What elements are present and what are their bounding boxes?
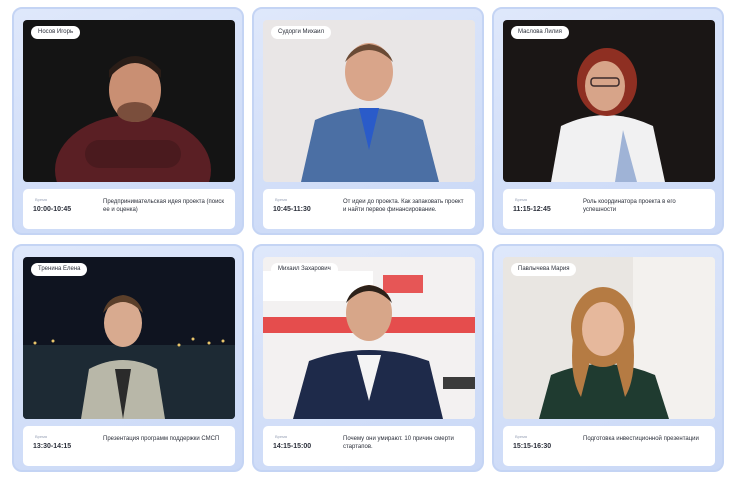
session-time: 11:15-12:45 [513,206,551,213]
speaker-name-badge: Маслова Лилия [511,26,569,39]
session-info: Время 15:15-16:30 Подготовка инвестицион… [503,426,715,466]
session-info: Время 10:45-11:30 От идеи до проекта. Ка… [263,189,475,229]
session-info: Время 10:00-10:45 Предпринимательская ид… [23,189,235,229]
session-info: Время 13:30-14:15 Презентация программ п… [23,426,235,466]
session-time: 15:15-16:30 [513,443,552,450]
session-topic: От идеи до проекта. Как запаковать проек… [343,199,464,213]
speaker-photo: Судорги Михаил [263,20,475,182]
session-time: 10:00-10:45 [33,206,72,213]
speaker-card[interactable]: Тренина Елена Время 13:30-14:15 Презента… [12,244,244,472]
speaker-name-badge: Михаил Захарович [271,263,338,276]
speaker-photo: Тренина Елена [23,257,235,419]
speaker-name-badge: Носов Игорь [31,26,81,39]
speaker-name-badge: Тренина Елена [31,263,88,276]
time-label: Время [35,197,48,202]
speaker-photo: Михаил Захарович [263,257,475,419]
session-topic: Подготовка инвестиционной презентации [583,436,699,442]
session-topic: Презентация программ поддержки СМСП [103,436,220,442]
speaker-photo: Маслова Лилия [503,20,715,182]
speaker-card[interactable]: Павлычева Мария Время 15:15-16:30 Подгот… [492,244,724,472]
session-info: Время 11:15-12:45 Роль координатора прое… [503,189,715,229]
speaker-photo: Носов Игорь [23,20,235,182]
time-label: Время [275,197,288,202]
time-label: Время [275,434,288,439]
session-time: 14:15-15:00 [273,443,312,450]
speaker-card[interactable]: Михаил Захарович Время 14:15-15:00 Почем… [252,244,484,472]
speaker-card[interactable]: Судорги Михаил Время 10:45-11:30 От идеи… [252,7,484,235]
session-time: 10:45-11:30 [273,206,311,213]
session-topic: Предпринимательская идея проекта (поиск … [103,199,225,213]
speaker-name-badge: Судорги Михаил [271,26,331,39]
speaker-card[interactable]: Маслова Лилия Время 11:15-12:45 Роль коо… [492,7,724,235]
session-topic: Роль координатора проекта в его успешнос… [583,199,676,213]
speaker-photo: Павлычева Мария [503,257,715,419]
speaker-name-badge: Павлычева Мария [511,263,577,276]
time-label: Время [35,434,48,439]
time-label: Время [515,434,528,439]
session-topic: Почему они умирают. 10 причин смерти ста… [343,436,454,450]
time-label: Время [515,197,528,202]
speaker-card[interactable]: Носов Игорь Время 10:00-10:45 Предприним… [12,7,244,235]
session-time: 13:30-14:15 [33,443,72,450]
session-info: Время 14:15-15:00 Почему они умирают. 10… [263,426,475,466]
speakers-grid: Носов Игорь Время 10:00-10:45 Предприним… [12,7,724,472]
